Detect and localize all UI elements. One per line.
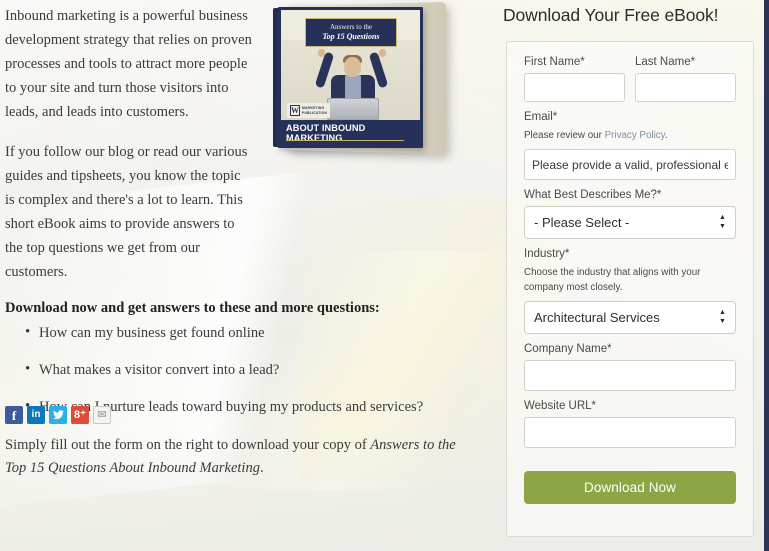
book-banner-text: ABOUT INBOUND MARKETING — [286, 122, 366, 143]
last-name-group: Last Name* — [635, 56, 736, 102]
closing-paragraph: Simply fill out the form on the right to… — [5, 434, 460, 480]
download-now-button[interactable]: Download Now — [524, 471, 736, 504]
publisher-logo: W MARKETING PUBLICATION — [287, 103, 331, 118]
form-column: Download Your Free eBook! First Name* La… — [496, 0, 764, 551]
book-title-line-2: Top 15 Questions — [322, 32, 380, 41]
website-label: Website URL* — [524, 400, 597, 412]
page-right-rail — [764, 0, 769, 551]
last-name-label: Last Name* — [635, 56, 696, 68]
privacy-help-text: Please review our Privacy Policy. — [524, 128, 736, 143]
twitter-bird-glyph — [52, 410, 64, 420]
lead-capture-form: First Name* Last Name* Email* Please rev… — [506, 41, 754, 537]
list-item: How can my business get found online — [5, 322, 467, 343]
name-row: First Name* Last Name* — [524, 56, 736, 102]
figure-head — [344, 57, 361, 77]
last-name-input[interactable] — [635, 73, 736, 102]
publisher-logo-text: MARKETING PUBLICATION — [302, 106, 328, 115]
website-input[interactable] — [524, 417, 736, 448]
industry-group: Industry* Choose the industry that align… — [524, 248, 736, 334]
book-title-line-1: Answers to the — [330, 23, 372, 31]
company-input[interactable] — [524, 360, 736, 391]
privacy-help-suffix: . — [664, 130, 668, 141]
linkedin-icon[interactable]: in — [27, 406, 45, 424]
first-name-input[interactable] — [524, 73, 625, 102]
industry-select[interactable] — [524, 301, 736, 334]
privacy-help-prefix: Please review our — [524, 130, 605, 141]
email-input[interactable] — [524, 149, 736, 180]
company-label: Company Name* — [524, 343, 612, 355]
googleplus-icon[interactable]: 8⁺ — [71, 406, 89, 424]
describes-me-label: What Best Describes Me?* — [524, 189, 662, 201]
publisher-logo-mark: W — [290, 105, 300, 116]
book-cover-banner: ABOUT INBOUND MARKETING — [281, 120, 420, 145]
ebook-cover-image: Answers to the Top 15 Questions W MARKET… — [271, 1, 447, 158]
facebook-icon[interactable]: f — [5, 406, 23, 424]
describes-me-group: What Best Describes Me?* ▲▼ — [524, 189, 736, 239]
closing-suffix: . — [259, 460, 264, 476]
company-group: Company Name* — [524, 343, 736, 391]
social-share-row: f in 8⁺ ✉ — [5, 406, 111, 424]
figure-fist-right — [379, 49, 386, 57]
intro-paragraph-2: If you follow our blog or read our vario… — [5, 144, 248, 280]
twitter-icon[interactable] — [49, 406, 67, 424]
laptop-icon — [327, 98, 379, 120]
questions-list: How can my business get found online Wha… — [5, 322, 467, 417]
email-label: Email* — [524, 111, 558, 123]
landing-page: Inbound marketing is a powerful business… — [0, 0, 769, 551]
industry-label: Industry* — [524, 248, 570, 260]
book-title-box: Answers to the Top 15 Questions — [305, 18, 397, 47]
privacy-policy-link[interactable]: Privacy Policy — [605, 130, 665, 141]
cta-heading: Download now and get answers to these an… — [5, 300, 380, 316]
intro-paragraph-1: Inbound marketing is a powerful business… — [5, 8, 252, 120]
first-name-label: First Name* — [524, 56, 585, 68]
book-front-cover: Answers to the Top 15 Questions W MARKET… — [278, 7, 423, 148]
email-group: Email* Please review our Privacy Policy. — [524, 111, 736, 180]
describes-me-select-wrap: ▲▼ — [524, 206, 736, 239]
website-group: Website URL* — [524, 400, 736, 448]
industry-help-text: Choose the industry that aligns with you… — [524, 267, 701, 293]
email-icon[interactable]: ✉ — [93, 406, 111, 424]
list-item: What makes a visitor convert into a lead… — [5, 359, 467, 380]
form-heading: Download Your Free eBook! — [503, 5, 719, 25]
industry-select-wrap: ▲▼ — [524, 301, 736, 334]
describes-me-select[interactable] — [524, 206, 736, 239]
figure-fist-left — [318, 49, 325, 57]
book-cover-inner: Answers to the Top 15 Questions W MARKET… — [281, 10, 420, 145]
closing-prefix: Simply fill out the form on the right to… — [5, 437, 371, 453]
first-name-group: First Name* — [524, 56, 625, 102]
